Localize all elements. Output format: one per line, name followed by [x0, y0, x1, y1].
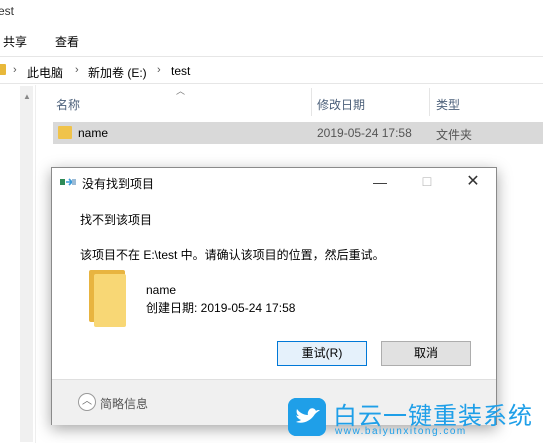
column-header-name[interactable]: 名称: [56, 96, 80, 113]
dialog-message: 该项目不在 E:\test 中。请确认该项目的位置，然后重试。: [80, 248, 385, 262]
item-created-date: 创建日期: 2019-05-24 17:58: [146, 301, 296, 315]
file-type: 文件夹: [436, 128, 473, 142]
breadcrumb-this-pc[interactable]: 此电脑: [27, 64, 63, 81]
minimize-button[interactable]: —: [357, 168, 403, 196]
column-header-date[interactable]: 修改日期: [317, 96, 365, 113]
ribbon-divider: [0, 56, 543, 57]
chevron-right-icon[interactable]: ›: [75, 64, 79, 76]
ribbon-tab-share[interactable]: 共享: [3, 33, 27, 50]
retry-button[interactable]: 重试(R): [277, 341, 367, 366]
watermark-url: www.baiyunxitong.com: [335, 426, 467, 437]
details-toggle-label[interactable]: 简略信息: [100, 395, 148, 412]
folder-icon-front: [94, 274, 126, 327]
file-name[interactable]: name: [78, 126, 108, 140]
column-divider[interactable]: [429, 88, 430, 116]
breadcrumb-folder[interactable]: test: [171, 64, 190, 78]
folder-icon: [58, 126, 72, 139]
nav-text-fragment: ): [0, 398, 1, 410]
window-title: est: [0, 4, 15, 18]
close-button[interactable]: ✕: [450, 168, 496, 196]
address-bar[interactable]: [0, 58, 543, 84]
bird-logo-icon: [288, 398, 326, 436]
sort-ascending-icon: ︿: [176, 86, 186, 96]
column-header-type[interactable]: 类型: [436, 96, 460, 113]
not-found-dialog: 没有找到项目 — ☐ ✕ 找不到该项目 该项目不在 E:\test 中。请确认该…: [51, 167, 497, 425]
collapse-details-icon[interactable]: ︿: [78, 393, 96, 411]
dialog-title: 没有找到项目: [82, 177, 155, 191]
chevron-right-icon[interactable]: ›: [13, 64, 17, 76]
maximize-button[interactable]: ☐: [404, 168, 450, 196]
breadcrumb-volume[interactable]: 新加卷 (E:): [88, 64, 147, 81]
nav-scrollbar[interactable]: [20, 86, 33, 442]
ribbon-tab-view[interactable]: 查看: [55, 33, 79, 50]
cancel-button[interactable]: 取消: [381, 341, 471, 366]
file-modified: 2019-05-24 17:58: [317, 126, 412, 140]
scroll-up-icon[interactable]: ▲: [23, 92, 31, 101]
dialog-heading: 找不到该项目: [80, 213, 153, 227]
item-name: name: [146, 283, 177, 297]
folder-icon: [0, 64, 6, 75]
chevron-right-icon[interactable]: ›: [157, 64, 161, 76]
move-file-icon: [60, 178, 76, 186]
column-divider[interactable]: [311, 88, 312, 116]
